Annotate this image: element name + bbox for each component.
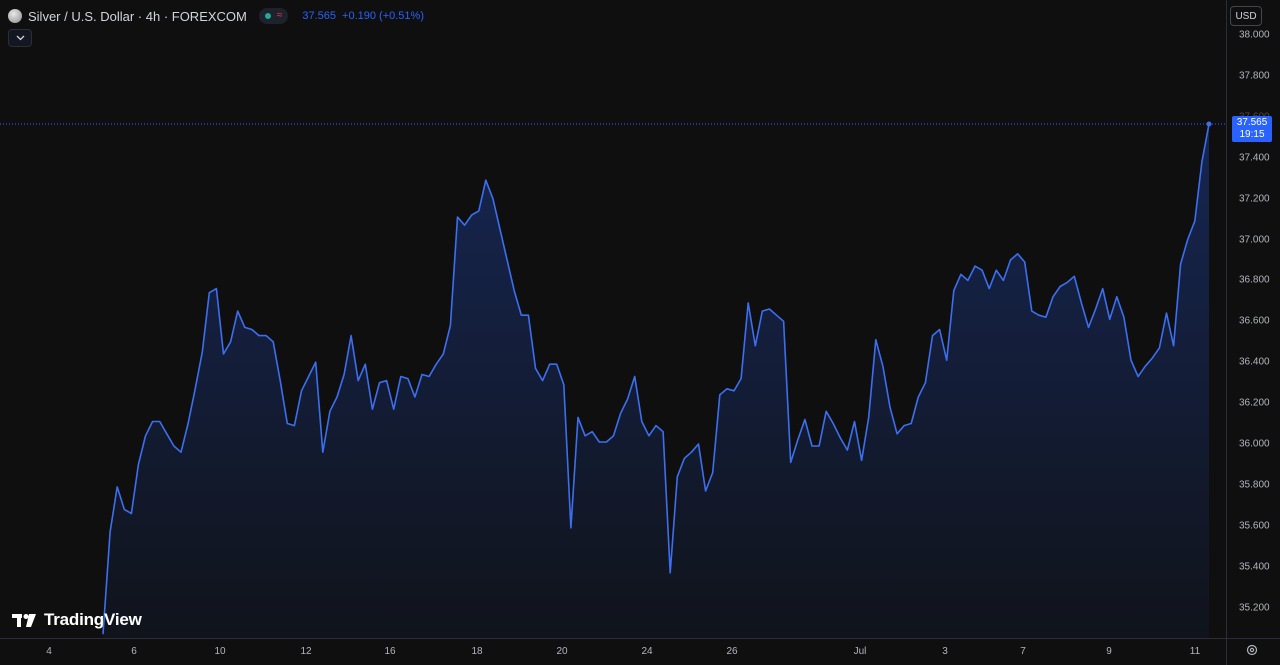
time-tick-label: 10 xyxy=(214,646,226,657)
price-tick-label: 35.800 xyxy=(1239,479,1270,491)
symbol-title[interactable]: Silver / U.S. Dollar · 4h · FOREXCOM xyxy=(28,9,247,24)
price-tick-label: 37.000 xyxy=(1239,234,1270,245)
series-area xyxy=(103,124,1209,638)
price-tick-label: 35.600 xyxy=(1239,520,1270,532)
price-tick-label: 36.200 xyxy=(1239,397,1270,409)
time-tick-label: 6 xyxy=(131,646,137,657)
time-tick-label: 11 xyxy=(1189,646,1201,657)
time-tick-label: 7 xyxy=(1020,646,1026,657)
collapse-legend-button[interactable] xyxy=(8,29,32,47)
last-price-label: 37.565 19:15 xyxy=(1232,116,1272,142)
time-tick-label: Jul xyxy=(853,646,867,657)
price-tick-label: 36.400 xyxy=(1239,356,1270,368)
price-tick-label: 36.000 xyxy=(1239,438,1270,450)
tradingview-logo-icon xyxy=(12,614,36,627)
time-tick-label: 26 xyxy=(726,646,738,657)
last-point-marker xyxy=(1206,121,1212,127)
plot-area[interactable] xyxy=(0,0,1226,638)
tradingview-logo[interactable]: TradingView xyxy=(12,610,142,630)
time-tick-label: 12 xyxy=(300,646,312,657)
price-tick-label: 37.800 xyxy=(1239,70,1270,82)
time-axis[interactable]: 4 6 10 12 16 18 20 24 26 Jul 3 7 9 11 xyxy=(0,638,1226,665)
bar-countdown: 19:15 xyxy=(1239,129,1265,140)
market-status[interactable]: ≈ xyxy=(258,8,289,24)
price-tick-label: 37.400 xyxy=(1239,152,1270,164)
price-tick-label: 35.400 xyxy=(1239,561,1270,573)
legend-change: +0.190 (+0.51%) xyxy=(342,10,424,22)
currency-button[interactable]: USD xyxy=(1230,6,1262,26)
logo-text: TradingView xyxy=(44,610,142,629)
chevron-down-icon xyxy=(16,35,24,41)
market-open-icon xyxy=(264,13,271,19)
time-tick-label: 3 xyxy=(942,646,948,657)
data-delay-icon: ≈ xyxy=(276,10,283,21)
time-tick-label: 9 xyxy=(1106,646,1112,657)
time-tick-label: 18 xyxy=(471,646,483,657)
settings-gear-icon[interactable] xyxy=(1245,643,1259,657)
price-tick-label: 36.600 xyxy=(1239,315,1270,327)
time-tick-label: 20 xyxy=(556,646,568,657)
price-axis[interactable]: 38.00037.80037.60037.40037.20037.00036.8… xyxy=(1226,0,1280,638)
price-tick-label: 38.000 xyxy=(1239,29,1270,41)
chart-window: Silver / U.S. Dollar · 4h · FOREXCOM ≈ 3… xyxy=(0,0,1280,665)
time-tick-label: 4 xyxy=(46,646,52,657)
legend-last-price: 37.565 xyxy=(302,10,337,22)
price-tick-label: 36.800 xyxy=(1239,274,1270,286)
price-tick-label: 37.200 xyxy=(1239,193,1270,205)
time-tick-label: 16 xyxy=(384,646,396,657)
legend-header[interactable]: Silver / U.S. Dollar · 4h · FOREXCOM ≈ 3… xyxy=(8,6,424,26)
price-tick-label: 35.200 xyxy=(1239,602,1270,614)
silver-symbol-icon xyxy=(8,9,22,23)
last-price-value: 37.565 xyxy=(1236,117,1268,128)
time-tick-label: 24 xyxy=(641,646,653,657)
